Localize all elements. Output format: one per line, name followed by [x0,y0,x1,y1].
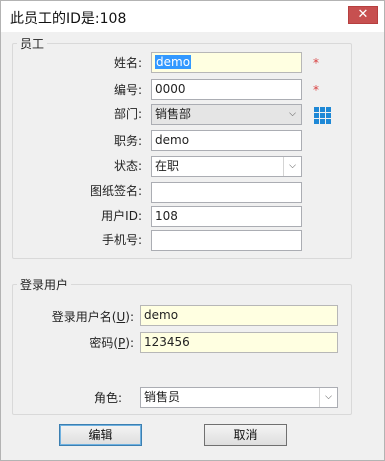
role-select[interactable]: 销售员 ⌵ [140,387,338,408]
username-label: 登录用户名(U): [51,310,134,324]
position-input[interactable]: demo [151,130,302,151]
department-select[interactable]: 销售部 ⌵ [151,104,302,125]
phone-label: 手机号: [101,233,142,247]
number-input[interactable]: 0000 [151,79,302,100]
login-group-legend: 登录用户 [17,276,72,293]
number-label: 编号: [113,83,142,97]
title-bar: 此员工的ID是:108 ✕ [1,1,384,32]
username-input[interactable]: demo [140,305,338,326]
password-input[interactable]: 123456 [140,332,338,353]
password-label: 密码(P): [89,336,134,350]
department-picker-icon[interactable] [314,107,331,124]
position-label: 职务: [113,134,142,148]
number-required-mark: * [313,83,319,97]
phone-input[interactable] [151,230,302,251]
user-id-label: 用户ID: [101,209,142,223]
user-id-input[interactable]: 108 [151,206,302,227]
status-label: 状态: [113,159,142,173]
chevron-down-icon: ⌵ [289,109,296,119]
department-label: 部门: [113,107,142,121]
status-value: 在职 [155,159,180,173]
close-icon: ✕ [357,7,369,22]
chevron-down-icon: ⌵ [319,388,337,407]
window-title: 此员工的ID是:108 [10,11,127,27]
name-required-mark: * [313,56,319,70]
chevron-down-icon: ⌵ [283,157,301,176]
cancel-button[interactable]: 取消 [204,424,287,446]
signature-input[interactable] [151,182,302,203]
role-value: 销售员 [144,390,181,404]
signature-label: 图纸签名: [89,184,142,198]
status-select[interactable]: 在职 ⌵ [151,156,302,177]
role-label: 角色: [93,391,122,405]
name-value: demo [155,55,192,69]
edit-button[interactable]: 编辑 [59,424,142,446]
department-value: 销售部 [155,107,192,121]
name-input[interactable]: demo [151,52,302,73]
employee-dialog: 此员工的ID是:108 ✕ 员工 姓名: demo * 编号: 0000 * 部… [0,0,385,461]
close-button[interactable]: ✕ [348,6,378,24]
employee-group-legend: 员工 [17,35,48,52]
name-label: 姓名: [113,56,142,70]
